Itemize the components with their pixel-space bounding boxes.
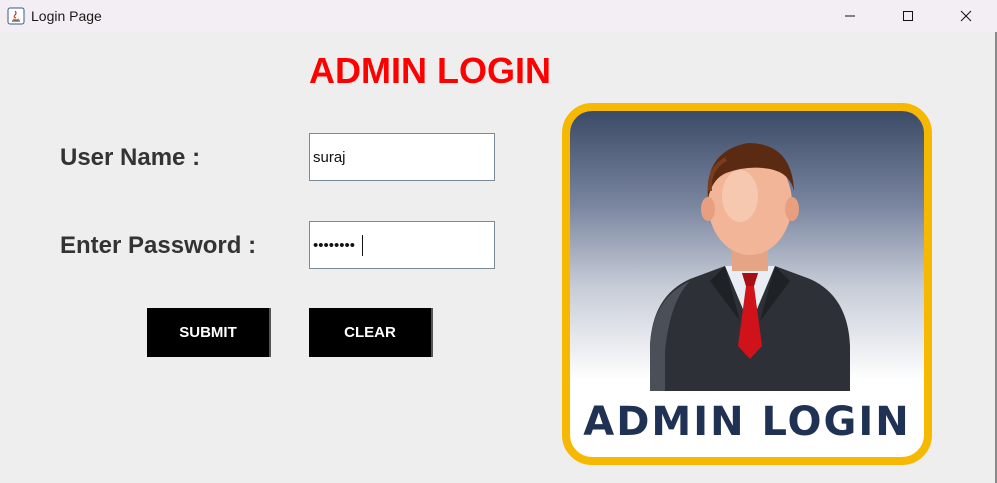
- clear-button[interactable]: CLEAR: [309, 308, 433, 357]
- close-button[interactable]: [937, 0, 995, 32]
- window-titlebar: Login Page: [0, 0, 997, 32]
- text-cursor: [362, 235, 363, 256]
- image-caption: ADMIN LOGIN: [583, 399, 911, 445]
- username-input[interactable]: [309, 133, 495, 181]
- maximize-button[interactable]: [879, 0, 937, 32]
- admin-login-image: ADMIN LOGIN: [562, 103, 932, 465]
- password-input[interactable]: [309, 221, 495, 269]
- window-title: Login Page: [31, 8, 102, 24]
- java-app-icon: [7, 7, 25, 25]
- close-icon: [960, 10, 972, 22]
- username-label: User Name :: [60, 144, 201, 171]
- minimize-icon: [845, 15, 855, 17]
- minimize-button[interactable]: [821, 0, 879, 32]
- page-title: ADMIN LOGIN: [309, 50, 551, 91]
- submit-button[interactable]: SUBMIT: [147, 308, 271, 357]
- admin-person-icon: [650, 143, 850, 391]
- password-label: Enter Password :: [60, 232, 257, 259]
- maximize-icon: [903, 11, 913, 21]
